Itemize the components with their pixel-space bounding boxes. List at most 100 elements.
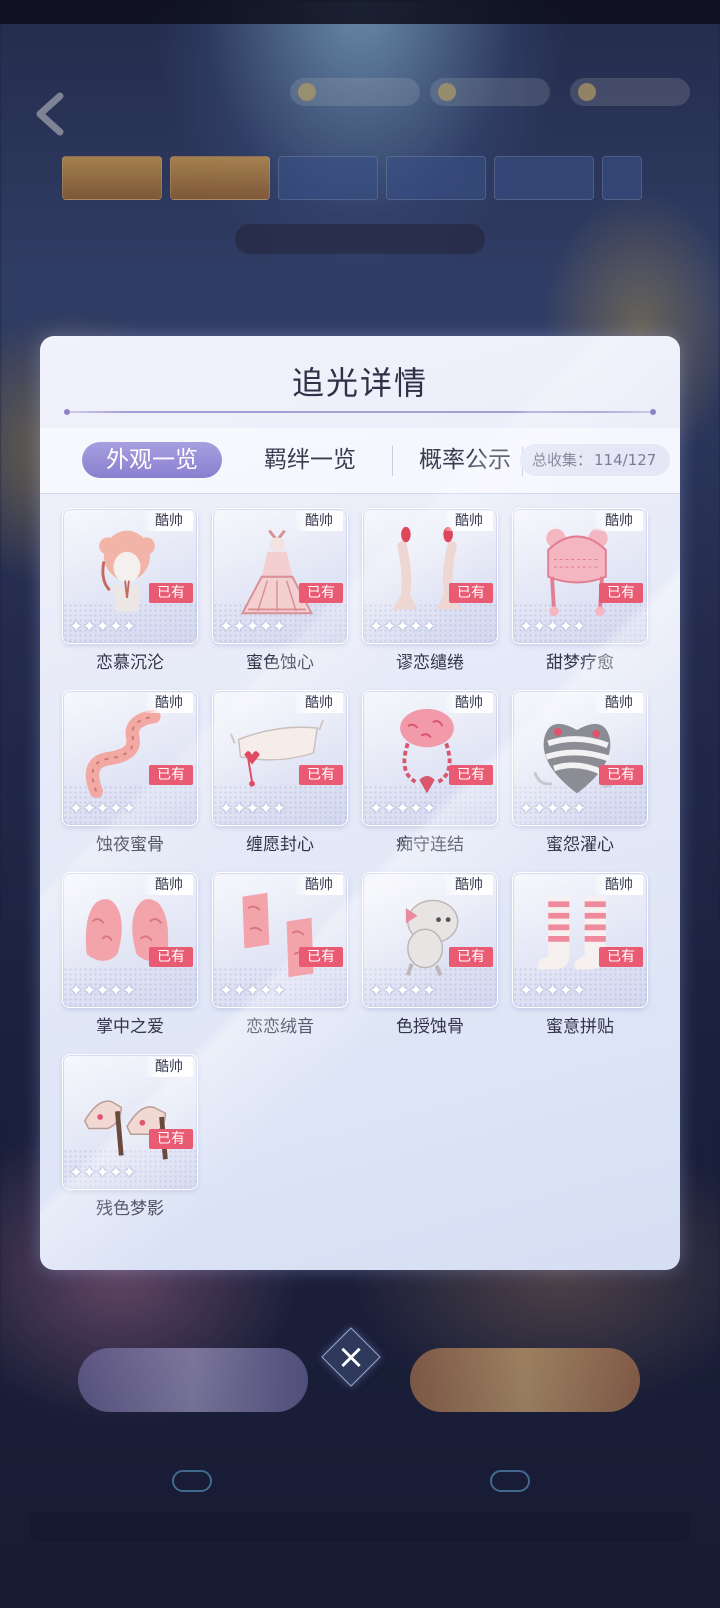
item-card[interactable]: 酷帅 已有 ✦✦✦✦✦ [62,508,198,644]
outfit-item[interactable]: 酷帅 已有 ✦✦✦✦✦ 残色梦影 [62,1054,198,1230]
style-tag: 酷帅 [595,693,643,713]
item-name: 痴守连结 [396,835,464,855]
outfit-item[interactable]: 酷帅 已有 ✦✦✦✦✦ 甜梦疗愈 [512,508,648,684]
item-name: 蚀夜蜜骨 [96,835,164,855]
style-tag: 酷帅 [145,875,193,895]
earrings-icon [392,526,462,610]
item-card[interactable]: 酷帅 已有 ✦✦✦✦✦ [212,690,348,826]
heart-ring-icon [533,723,621,794]
item-card[interactable]: 酷帅 已有 ✦✦✦✦✦ [62,690,198,826]
outfit-item[interactable]: 酷帅 已有 ✦✦✦✦✦ 蜜怨濯心 [512,690,648,866]
star-rating: ✦✦✦✦✦ [69,617,136,637]
owned-badge: 已有 [449,583,493,603]
star-rating: ✦✦✦✦✦ [369,617,436,637]
outfit-item[interactable]: 酷帅 已有 ✦✦✦✦✦ 蚀夜蜜骨 [62,690,198,866]
item-card[interactable]: 酷帅 已有 ✦✦✦✦✦ [362,508,498,644]
style-tag: 酷帅 [145,1057,193,1077]
item-card[interactable]: 酷帅 已有 ✦✦✦✦✦ [212,872,348,1008]
outfit-item[interactable]: 酷帅 已有 ✦✦✦✦✦ 谬恋缱绻 [362,508,498,684]
details-dialog: 追光详情 外观一览 羁绊一览 概率公示 总收集： 114/127 酷帅 已有 ✦✦… [40,336,680,1270]
owned-badge: 已有 [299,947,343,967]
owned-badge: 已有 [149,583,193,603]
item-card[interactable]: 酷帅 已有 ✦✦✦✦✦ [362,690,498,826]
star-rating: ✦✦✦✦✦ [519,617,586,637]
fur-gloves-icon [85,899,169,961]
item-name: 蜜意拼贴 [546,1017,614,1037]
tab-bonds[interactable]: 羁绊一览 [240,442,380,478]
star-rating: ✦✦✦✦✦ [69,1163,136,1183]
owned-badge: 已有 [599,765,643,785]
item-name: 恋恋绒音 [246,1017,314,1037]
tab-bar: 外观一览 羁绊一览 概率公示 总收集： 114/127 [40,428,680,494]
owned-badge: 已有 [449,947,493,967]
outfit-item[interactable]: 酷帅 已有 ✦✦✦✦✦ 蜜色蚀心 [212,508,348,684]
heels-icon [83,1100,168,1160]
style-tag: 酷帅 [595,875,643,895]
owned-badge: 已有 [149,947,193,967]
star-rating: ✦✦✦✦✦ [519,799,586,819]
outfit-item[interactable]: 酷帅 已有 ✦✦✦✦✦ 恋恋绒音 [212,872,348,1048]
owned-badge: 已有 [149,765,193,785]
item-name: 甜梦疗愈 [546,653,614,673]
style-tag: 酷帅 [145,511,193,531]
star-rating: ✦✦✦✦✦ [369,981,436,1001]
style-tag: 酷帅 [445,511,493,531]
dress-icon [240,529,314,615]
style-tag: 酷帅 [295,693,343,713]
collection-label: 总收集： [532,451,593,469]
outfit-item[interactable]: 酷帅 已有 ✦✦✦✦✦ 痴守连结 [362,690,498,866]
close-button[interactable]: × [330,1336,372,1378]
mask-icon [230,720,324,787]
item-card[interactable]: 酷帅 已有 ✦✦✦✦✦ [62,1054,198,1190]
item-card[interactable]: 酷帅 已有 ✦✦✦✦✦ [512,690,648,826]
outfit-item[interactable]: 酷帅 已有 ✦✦✦✦✦ 蜜意拼贴 [512,872,648,1048]
owned-badge: 已有 [599,583,643,603]
outfit-item[interactable]: 酷帅 已有 ✦✦✦✦✦ 掌中之爱 [62,872,198,1048]
item-name: 蜜怨濯心 [546,835,614,855]
style-tag: 酷帅 [445,693,493,713]
item-name: 蜜色蚀心 [246,653,314,673]
style-tag: 酷帅 [145,693,193,713]
tab-appearance[interactable]: 外观一览 [82,442,222,478]
outfit-item[interactable]: 酷帅 已有 ✦✦✦✦✦ 色授蚀骨 [362,872,498,1048]
style-tag: 酷帅 [295,511,343,531]
outfit-item[interactable]: 酷帅 已有 ✦✦✦✦✦ 恋慕沉沦 [62,508,198,684]
tail-icon [85,709,161,799]
owned-badge: 已有 [599,947,643,967]
collection-value: 114/127 [594,451,657,469]
star-rating: ✦✦✦✦✦ [69,981,136,1001]
item-name: 谬恋缱绻 [396,653,464,673]
star-rating: ✦✦✦✦✦ [369,799,436,819]
owned-badge: 已有 [299,765,343,785]
owned-badge: 已有 [149,1129,193,1149]
tab-probability[interactable]: 概率公示 [390,442,540,478]
star-rating: ✦✦✦✦✦ [219,799,286,819]
style-tag: 酷帅 [445,875,493,895]
star-rating: ✦✦✦✦✦ [219,617,286,637]
item-card[interactable]: 酷帅 已有 ✦✦✦✦✦ [362,872,498,1008]
leg-warmers-icon [242,892,314,978]
owned-badge: 已有 [299,583,343,603]
item-card[interactable]: 酷帅 已有 ✦✦✦✦✦ [512,872,648,1008]
title-divider [64,409,656,415]
item-name: 残色梦影 [96,1199,164,1219]
style-tag: 酷帅 [295,875,343,895]
item-card[interactable]: 酷帅 已有 ✦✦✦✦✦ [512,508,648,644]
item-card[interactable]: 酷帅 已有 ✦✦✦✦✦ [212,508,348,644]
plush-charm-icon [405,899,459,977]
style-tag: 酷帅 [595,511,643,531]
dialog-title: 追光详情 [291,364,428,402]
collection-counter: 总收集： 114/127 [520,444,670,476]
chain-bag-icon [400,708,454,794]
item-name: 恋慕沉沦 [96,653,164,673]
item-name: 掌中之爱 [96,1017,164,1037]
owned-badge: 已有 [449,765,493,785]
striped-socks-icon [537,896,606,970]
hairstyle-icon [99,530,155,612]
outfit-item[interactable]: 酷帅 已有 ✦✦✦✦✦ 缠愿封心 [212,690,348,866]
star-rating: ✦✦✦✦✦ [69,799,136,819]
item-name: 缠愿封心 [246,835,314,855]
item-name: 色授蚀骨 [396,1017,464,1037]
item-card[interactable]: 酷帅 已有 ✦✦✦✦✦ [62,872,198,1008]
knit-hat-icon [546,528,608,617]
